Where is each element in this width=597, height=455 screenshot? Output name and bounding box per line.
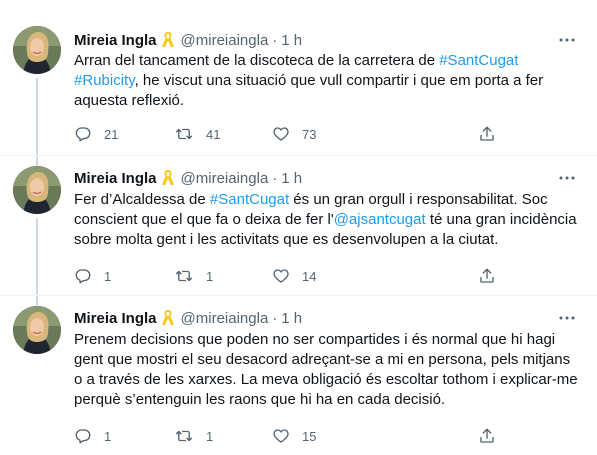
yellow-ribbon-icon <box>161 309 175 327</box>
reply-count: 1 <box>104 268 112 284</box>
tweet-timestamp[interactable]: 1 h <box>281 170 302 187</box>
reply-bubble-icon <box>75 127 91 142</box>
tweet-actions: 1 1 15 <box>74 426 504 446</box>
separator-dot: · <box>272 31 278 49</box>
tweet-header: Mireia Ingla @mireiaingla · 1 h <box>74 308 577 328</box>
tweet-timestamp[interactable]: 1 h <box>281 310 302 327</box>
tweet-text-segment: gent que mostri el seu desacord adreçant… <box>74 351 571 368</box>
share-button[interactable] <box>478 267 496 285</box>
tweet-text-segment: Arran del tancament de la discoteca de l… <box>74 52 440 69</box>
separator-dot: · <box>272 309 278 327</box>
tweet-text-segment: conscient que el que fa o deixa de fer l… <box>74 211 334 228</box>
tweet-text-segment: sobre molta gent i les activitats que es… <box>74 231 499 248</box>
tweet-text-line: #Rubicity, he viscut una situació que vu… <box>74 71 579 91</box>
avatar[interactable] <box>13 26 61 74</box>
share-button[interactable] <box>478 427 496 445</box>
tweet-text-segment: o a través de les xarxes. La meva obliga… <box>74 371 578 388</box>
retweet-button[interactable]: 1 <box>174 427 213 445</box>
tweet-text-line: Prenem decisions que poden no ser compar… <box>74 330 579 350</box>
separator-dot: · <box>272 169 278 187</box>
retweet-icon <box>175 128 193 140</box>
retweet-button[interactable]: 1 <box>174 267 213 285</box>
author-name[interactable]: Mireia Ingla <box>74 32 157 49</box>
more-horizontal-icon[interactable] <box>557 308 577 328</box>
reply-button[interactable]: 21 <box>74 125 118 143</box>
like-button[interactable]: 73 <box>272 125 316 143</box>
retweet-button[interactable]: 41 <box>174 125 220 143</box>
hashtag-link[interactable]: #SantCugat <box>439 52 518 69</box>
reply-bubble-icon <box>75 429 91 444</box>
reply-bubble-icon <box>75 269 91 284</box>
reply-button[interactable]: 1 <box>74 427 111 445</box>
heart-icon <box>273 127 289 141</box>
tweet-text-line: sobre molta gent i les activitats que es… <box>74 230 579 250</box>
author-name[interactable]: Mireia Ingla <box>74 170 157 187</box>
tweet-text-segment: és un gran orgull i responsabilitat. Soc <box>289 191 548 208</box>
hashtag-link[interactable]: #SantCugat <box>210 191 289 208</box>
more-horizontal-icon[interactable] <box>557 30 577 50</box>
heart-icon <box>273 429 289 443</box>
tweet-text-line: gent que mostri el seu desacord adreçant… <box>74 350 579 370</box>
heart-icon <box>273 269 289 283</box>
avatar[interactable] <box>13 306 61 354</box>
tweet[interactable]: Mireia Ingla @mireiaingla · 1 h Prenem d… <box>0 296 597 455</box>
tweet-text-line: o a través de les xarxes. La meva obliga… <box>74 370 579 390</box>
tweet-text-line: aquesta reflexió. <box>74 91 579 111</box>
tweet-text-segment: Prenem decisions que poden no ser compar… <box>74 331 556 348</box>
tweet-actions: 21 41 73 <box>74 124 504 144</box>
tweet-text: Arran del tancament de la discoteca de l… <box>74 51 579 111</box>
share-upload-icon <box>480 126 494 141</box>
share-upload-icon <box>480 268 494 283</box>
author-handle[interactable]: @mireiaingla <box>181 170 269 187</box>
tweet-text-line: perquè s’entenguin les raons que hi ha e… <box>74 390 579 410</box>
share-button[interactable] <box>478 125 496 143</box>
mention-link[interactable]: @ajsantcugat <box>334 211 426 228</box>
tweet-text: Prenem decisions que poden no ser compar… <box>74 330 579 410</box>
tweet-header: Mireia Ingla @mireiaingla · 1 h <box>74 168 577 188</box>
tweet[interactable]: Mireia Ingla @mireiaingla · 1 h Fer d’Al… <box>0 156 597 296</box>
tweet-actions: 1 1 14 <box>74 266 504 286</box>
author-name[interactable]: Mireia Ingla <box>74 310 157 327</box>
retweet-count: 41 <box>206 126 221 142</box>
like-count: 73 <box>302 126 317 142</box>
reply-count: 1 <box>104 428 112 444</box>
tweet-timestamp[interactable]: 1 h <box>281 32 302 49</box>
tweet-text-segment: té una gran incidència <box>425 211 577 228</box>
like-count: 15 <box>302 428 317 444</box>
retweet-count: 1 <box>206 268 214 284</box>
like-button[interactable]: 14 <box>272 267 316 285</box>
reply-button[interactable]: 1 <box>74 267 111 285</box>
tweet[interactable]: Mireia Ingla @mireiaingla · 1 h Arran de… <box>0 18 597 156</box>
avatar[interactable] <box>13 166 61 214</box>
retweet-count: 1 <box>206 428 214 444</box>
tweet-header: Mireia Ingla @mireiaingla · 1 h <box>74 30 577 50</box>
tweet-text-segment: Fer d’Alcaldessa de <box>74 191 210 208</box>
tweet-text-segment: , he viscut una situació que vull compar… <box>134 72 544 89</box>
share-upload-icon <box>480 428 494 443</box>
yellow-ribbon-icon <box>161 31 175 49</box>
tweet-text: Fer d’Alcaldessa de #SantCugat és un gra… <box>74 190 579 250</box>
tweet-text-segment: aquesta reflexió. <box>74 92 185 109</box>
like-button[interactable]: 15 <box>272 427 316 445</box>
reply-count: 21 <box>104 126 119 142</box>
tweet-text-segment: perquè s’entenguin les raons que hi ha e… <box>74 391 446 408</box>
author-handle[interactable]: @mireiaingla <box>181 32 269 49</box>
retweet-icon <box>175 430 193 442</box>
tweet-thread: Mireia Ingla @mireiaingla · 1 h Arran de… <box>0 0 597 455</box>
yellow-ribbon-icon <box>161 169 175 187</box>
tweet-text-line: Arran del tancament de la discoteca de l… <box>74 51 579 71</box>
hashtag-link[interactable]: #Rubicity <box>74 72 135 89</box>
retweet-icon <box>175 270 193 282</box>
author-handle[interactable]: @mireiaingla <box>181 310 269 327</box>
tweet-text-line: conscient que el que fa o deixa de fer l… <box>74 210 579 230</box>
tweet-text-line: Fer d’Alcaldessa de #SantCugat és un gra… <box>74 190 579 210</box>
like-count: 14 <box>302 268 317 284</box>
more-horizontal-icon[interactable] <box>557 168 577 188</box>
